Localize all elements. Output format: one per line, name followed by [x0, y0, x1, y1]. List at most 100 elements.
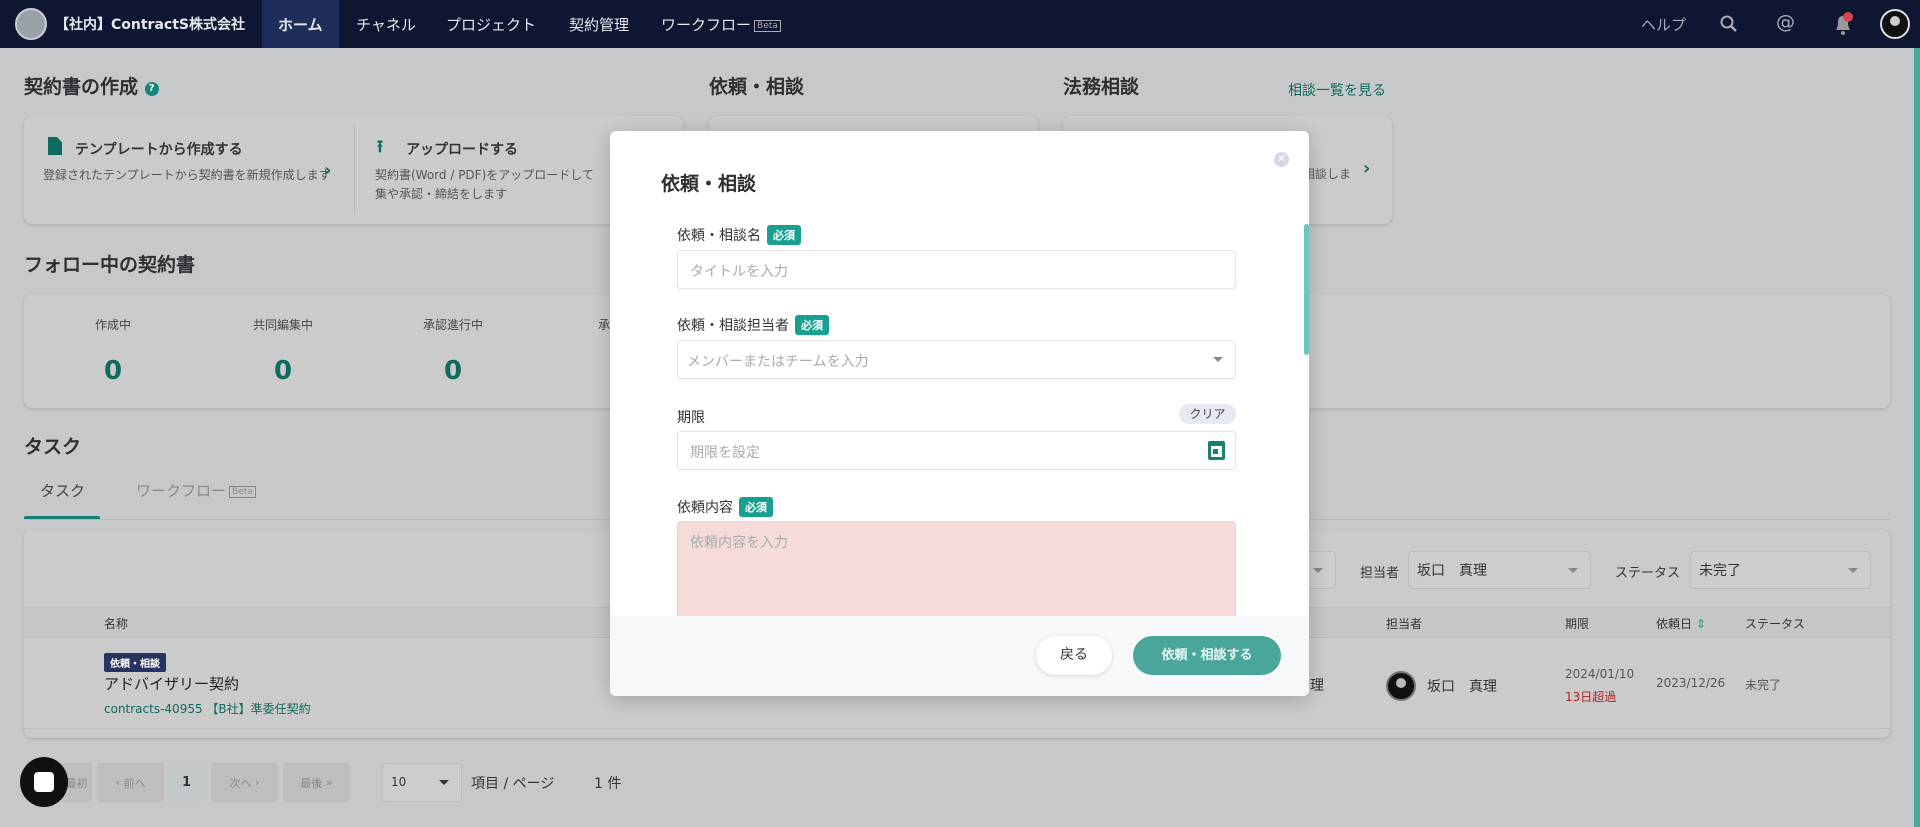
- due-placeholder: 期限を設定: [690, 445, 760, 461]
- nav-workflow-label: ワークフロー: [661, 16, 752, 34]
- help-icon[interactable]: ?: [144, 82, 159, 96]
- legal-list-link[interactable]: 相談一覧を見る: [1288, 80, 1386, 100]
- last-page-button[interactable]: 最後 »: [283, 763, 350, 802]
- page-number: 1: [181, 775, 192, 790]
- prev-page-button[interactable]: ‹ 前へ: [97, 763, 164, 802]
- nav-home[interactable]: ホーム: [278, 14, 323, 35]
- company-logo-icon[interactable]: [15, 8, 47, 40]
- follow-title: フォロー中の契約書: [24, 254, 196, 276]
- nav-project[interactable]: プロジェクト: [446, 14, 536, 35]
- help-link[interactable]: ヘルプ: [1641, 14, 1686, 35]
- result-count: 1 件: [594, 776, 622, 792]
- col-name: 名称: [104, 617, 129, 631]
- status-filter-label: ステータス: [1615, 566, 1681, 581]
- user-avatar[interactable]: [1880, 9, 1910, 39]
- page-scrollbar[interactable]: [1914, 48, 1920, 827]
- create-card: テンプレートから作成する 登録されたテンプレートから契約書を新規作成します › …: [24, 116, 683, 224]
- per-page-label: 項目 / ページ: [471, 776, 555, 792]
- assignee-select[interactable]: メンバーまたはチームを入力: [677, 340, 1236, 379]
- col-status: ステータス: [1745, 617, 1806, 631]
- required-badge: 必須: [795, 315, 829, 335]
- page-1-button[interactable]: 1: [169, 763, 204, 802]
- assignee-filter-value: 坂口 真理: [1417, 563, 1487, 579]
- last-label: 最後: [300, 776, 323, 790]
- legal-desc: 相談しま: [1303, 167, 1352, 181]
- nav-workflow[interactable]: ワークフロー Beta: [661, 14, 781, 35]
- assignee-avatar: [1386, 671, 1416, 701]
- upload-icon: ⭱: [377, 137, 383, 157]
- calendar-icon[interactable]: [1208, 441, 1225, 460]
- caret-down-icon: [439, 780, 449, 785]
- template-desc: 登録されたテンプレートから契約書を新規作成します: [43, 168, 331, 182]
- stat-value[interactable]: 0: [53, 356, 173, 386]
- stat-label: 共同編集中: [252, 318, 313, 332]
- next-page-button[interactable]: 次へ ›: [211, 763, 278, 802]
- stat-label: 承: [598, 318, 611, 332]
- stat-label: 承認進行中: [422, 318, 483, 332]
- tab-task[interactable]: タスク: [40, 480, 85, 501]
- bell-icon[interactable]: [1832, 12, 1854, 36]
- name-label: 依頼・相談名 必須: [677, 225, 801, 245]
- nav-contracts[interactable]: 契約管理: [569, 14, 629, 35]
- content-placeholder: 依頼内容を入力: [690, 535, 788, 551]
- assignee-placeholder: メンバーまたはチームを入力: [687, 354, 869, 370]
- create-title: 契約書の作成 ?: [24, 72, 159, 99]
- file-icon: [48, 137, 62, 155]
- beta-badge: Beta: [229, 486, 256, 498]
- assignee-label: 依頼・相談担当者 必須: [677, 315, 829, 335]
- close-icon[interactable]: ✕: [1274, 152, 1289, 167]
- sort-icon: ⇕: [1695, 617, 1706, 631]
- col-requested[interactable]: 依頼日 ⇕: [1656, 615, 1706, 632]
- upload-desc: 契約書(Word / PDF)をアップロードして: [375, 168, 594, 182]
- create-title-text: 契約書の作成: [24, 76, 139, 98]
- tasks-title: タスク: [24, 436, 82, 458]
- tab-workflow-label: ワークフロー: [136, 482, 227, 500]
- next-label: 次へ: [229, 776, 252, 790]
- modal-footer: 戻る 依頼・相談する: [610, 616, 1309, 696]
- assignee-filter-select[interactable]: 坂口 真理: [1408, 551, 1591, 589]
- assignee-filter-label: 担当者: [1360, 566, 1400, 581]
- tab-workflow[interactable]: ワークフロー Beta: [136, 480, 256, 501]
- chevron-right-icon: ›: [1363, 158, 1371, 179]
- template-create-button[interactable]: テンプレートから作成する 登録されたテンプレートから契約書を新規作成します ›: [24, 116, 354, 224]
- company-name[interactable]: 【社内】ContractS株式会社: [55, 14, 245, 34]
- upload-title: アップロードする: [406, 142, 518, 158]
- caret-down-icon: [1313, 568, 1323, 573]
- task-title[interactable]: アドバイザリー契約: [104, 673, 239, 694]
- status-filter-select[interactable]: 未完了: [1690, 551, 1871, 589]
- required-badge: 必須: [739, 497, 773, 517]
- clear-button[interactable]: クリア: [1179, 404, 1236, 424]
- requested-date: 2023/12/26: [1656, 676, 1726, 690]
- stat-label: 作成中: [94, 318, 131, 332]
- template-title: テンプレートから作成する: [75, 142, 243, 158]
- search-icon[interactable]: [1719, 14, 1739, 34]
- chat-button[interactable]: [20, 757, 68, 807]
- caret-down-icon: [1213, 357, 1223, 362]
- submit-request-button[interactable]: 依頼・相談する: [1133, 636, 1281, 675]
- name-input[interactable]: タイトルを入力: [677, 250, 1236, 289]
- stat-value[interactable]: 0: [223, 356, 343, 386]
- task-status: 未完了: [1745, 678, 1782, 692]
- mention-icon[interactable]: @: [1776, 11, 1795, 33]
- task-contract-link[interactable]: contracts-40955 【B社】準委任契約: [104, 700, 311, 717]
- task-type-badge: 依頼・相談: [104, 653, 166, 672]
- assignee-label-text: 依頼・相談担当者: [677, 318, 789, 334]
- caret-down-icon: [1848, 568, 1858, 573]
- due-label: 期限: [677, 410, 705, 426]
- due-date-input[interactable]: 期限を設定: [677, 431, 1236, 470]
- per-page-select[interactable]: 10: [382, 763, 462, 802]
- legal-title: 法務相談: [1063, 76, 1140, 98]
- prev-label: 前へ: [123, 776, 146, 790]
- assignee-name: 坂口 真理: [1427, 679, 1497, 695]
- chevron-right-icon: ›: [324, 160, 332, 181]
- modal-scrollbar[interactable]: [1304, 224, 1309, 355]
- content-label: 依頼内容 必須: [677, 497, 773, 517]
- upload-desc-2: 集や承認・締結をします: [375, 187, 508, 201]
- stat-value[interactable]: 0: [393, 356, 513, 386]
- col-requested-label: 依頼日: [1656, 617, 1693, 631]
- col-assignee: 担当者: [1386, 617, 1423, 631]
- nav-channel[interactable]: チャネル: [356, 14, 416, 35]
- name-placeholder: タイトルを入力: [690, 264, 788, 280]
- back-button[interactable]: 戻る: [1036, 636, 1112, 675]
- due-date: 2024/01/10: [1565, 667, 1635, 681]
